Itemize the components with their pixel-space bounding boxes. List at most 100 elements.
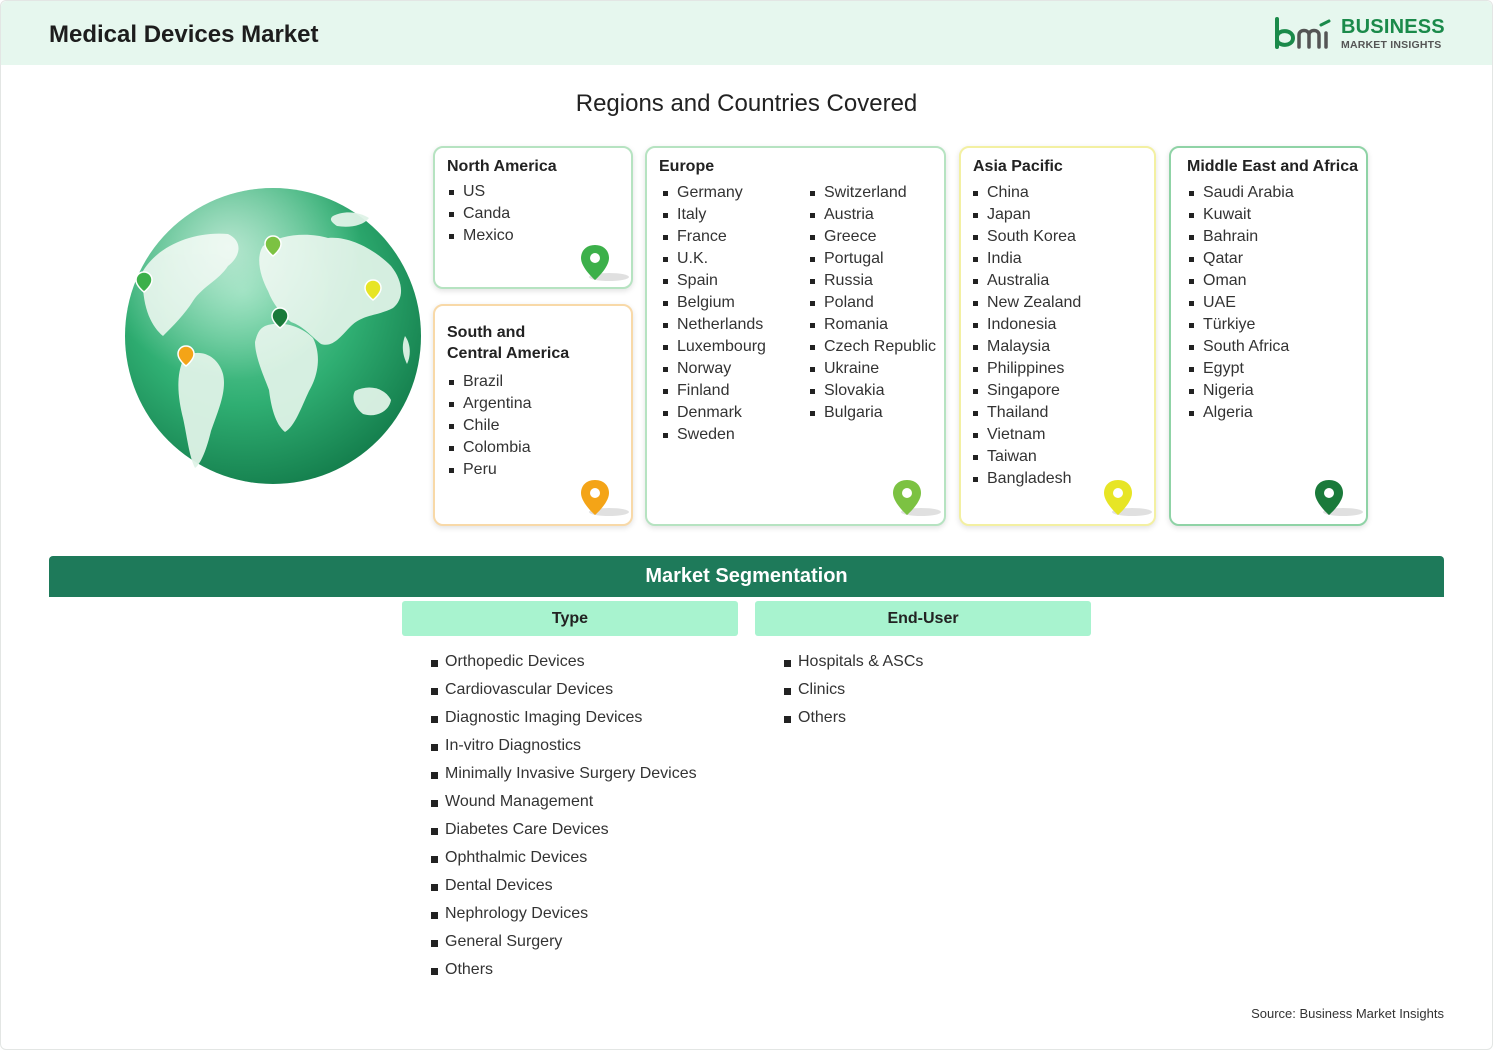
region-title: Middle East and Africa bbox=[1187, 158, 1358, 175]
country-item: Colombia bbox=[447, 437, 532, 459]
country-item: New Zealand bbox=[971, 292, 1081, 314]
region-title: Asia Pacific bbox=[973, 158, 1063, 175]
country-item: Russia bbox=[808, 270, 936, 292]
region-card-europe: Europe Germany Italy France U.K. Spain B… bbox=[645, 146, 946, 526]
type-column-header: Type bbox=[402, 601, 738, 636]
country-item: Qatar bbox=[1187, 248, 1294, 270]
list-item: Diabetes Care Devices bbox=[431, 816, 697, 844]
country-item: Canda bbox=[447, 203, 514, 225]
regions-title: Regions and Countries Covered bbox=[575, 90, 918, 117]
country-item: Poland bbox=[808, 292, 936, 314]
country-item: Philippines bbox=[971, 358, 1081, 380]
country-item: Spain bbox=[661, 270, 766, 292]
end-user-column-header: End-User bbox=[755, 601, 1091, 636]
country-item: Switzerland bbox=[808, 182, 936, 204]
country-item: Portugal bbox=[808, 248, 936, 270]
logo-brand: BUSINESS bbox=[1341, 16, 1445, 38]
header: Medical Devices Market BUSINESS MARKET I… bbox=[1, 1, 1492, 65]
country-item: Finland bbox=[661, 380, 766, 402]
country-list: US Canda Mexico bbox=[447, 181, 514, 247]
region-title-line: Central America bbox=[447, 345, 570, 362]
country-item: Argentina bbox=[447, 393, 532, 415]
country-list: China Japan South Korea India Australia … bbox=[971, 182, 1081, 490]
country-item: South Korea bbox=[971, 226, 1081, 248]
map-pin-icon bbox=[581, 245, 629, 281]
list-item: Hospitals & ASCs bbox=[784, 648, 923, 676]
region-title: North America bbox=[447, 158, 557, 175]
country-item: France bbox=[661, 226, 766, 248]
country-item: Vietnam bbox=[971, 424, 1081, 446]
country-item: Taiwan bbox=[971, 446, 1081, 468]
country-item: Romania bbox=[808, 314, 936, 336]
country-list-col2: Switzerland Austria Greece Portugal Russ… bbox=[808, 182, 936, 424]
country-item: Algeria bbox=[1187, 402, 1294, 424]
country-item: Türkiye bbox=[1187, 314, 1294, 336]
country-item: Mexico bbox=[447, 225, 514, 247]
globe-icon bbox=[123, 186, 423, 486]
country-item: Malaysia bbox=[971, 336, 1081, 358]
country-list-col1: Germany Italy France U.K. Spain Belgium … bbox=[661, 182, 766, 446]
country-item: Czech Republic bbox=[808, 336, 936, 358]
country-item: Singapore bbox=[971, 380, 1081, 402]
country-item: U.K. bbox=[661, 248, 766, 270]
country-item: Belgium bbox=[661, 292, 766, 314]
country-item: India bbox=[971, 248, 1081, 270]
country-item: US bbox=[447, 181, 514, 203]
country-item: Sweden bbox=[661, 424, 766, 446]
country-item: Peru bbox=[447, 459, 532, 481]
country-item: Slovakia bbox=[808, 380, 936, 402]
country-item: Norway bbox=[661, 358, 766, 380]
type-list: Orthopedic Devices Cardiovascular Device… bbox=[431, 648, 697, 984]
list-item: In-vitro Diagnostics bbox=[431, 732, 697, 760]
list-item: Others bbox=[431, 956, 697, 984]
country-item: Germany bbox=[661, 182, 766, 204]
map-pin-icon bbox=[1315, 480, 1363, 516]
page-title: Medical Devices Market bbox=[49, 21, 319, 48]
region-card-south-central-america: South and Central America Brazil Argenti… bbox=[433, 304, 633, 526]
region-card-asia-pacific: Asia Pacific China Japan South Korea Ind… bbox=[959, 146, 1156, 526]
country-item: Thailand bbox=[971, 402, 1081, 424]
country-item: Italy bbox=[661, 204, 766, 226]
country-item: Denmark bbox=[661, 402, 766, 424]
list-item: Ophthalmic Devices bbox=[431, 844, 697, 872]
logo: BUSINESS MARKET INSIGHTS bbox=[1271, 15, 1451, 55]
country-item: South Africa bbox=[1187, 336, 1294, 358]
country-item: Chile bbox=[447, 415, 532, 437]
country-item: Indonesia bbox=[971, 314, 1081, 336]
country-item: Australia bbox=[971, 270, 1081, 292]
list-item: Nephrology Devices bbox=[431, 900, 697, 928]
country-list: Brazil Argentina Chile Colombia Peru bbox=[447, 371, 532, 481]
list-item: Clinics bbox=[784, 676, 923, 704]
end-user-list: Hospitals & ASCs Clinics Others bbox=[784, 648, 923, 732]
map-pin-icon bbox=[893, 480, 941, 516]
region-title: Europe bbox=[659, 158, 715, 175]
country-item: Luxembourg bbox=[661, 336, 766, 358]
logo-icon bbox=[1275, 17, 1331, 49]
country-item: Saudi Arabia bbox=[1187, 182, 1294, 204]
segmentation-title-bar: Market Segmentation bbox=[49, 556, 1444, 597]
logo-subtitle: MARKET INSIGHTS bbox=[1341, 39, 1442, 51]
country-item: Japan bbox=[971, 204, 1081, 226]
source-note: Source: Business Market Insights bbox=[1251, 1006, 1444, 1021]
country-item: Brazil bbox=[447, 371, 532, 393]
list-item: Diagnostic Imaging Devices bbox=[431, 704, 697, 732]
country-item: Egypt bbox=[1187, 358, 1294, 380]
country-item: Kuwait bbox=[1187, 204, 1294, 226]
list-item: Dental Devices bbox=[431, 872, 697, 900]
country-item: Austria bbox=[808, 204, 936, 226]
country-item: Bulgaria bbox=[808, 402, 936, 424]
country-item: UAE bbox=[1187, 292, 1294, 314]
list-item: Others bbox=[784, 704, 923, 732]
country-list: Saudi Arabia Kuwait Bahrain Qatar Oman U… bbox=[1187, 182, 1294, 424]
country-item: Ukraine bbox=[808, 358, 936, 380]
list-item: Cardiovascular Devices bbox=[431, 676, 697, 704]
country-item: Greece bbox=[808, 226, 936, 248]
country-item: Nigeria bbox=[1187, 380, 1294, 402]
country-item: Bahrain bbox=[1187, 226, 1294, 248]
country-item: Netherlands bbox=[661, 314, 766, 336]
list-item: Minimally Invasive Surgery Devices bbox=[431, 760, 697, 788]
list-item: General Surgery bbox=[431, 928, 697, 956]
region-title: South and Central America bbox=[447, 322, 569, 364]
region-card-north-america: North America US Canda Mexico bbox=[433, 146, 633, 289]
region-title-line: South and bbox=[447, 324, 526, 341]
